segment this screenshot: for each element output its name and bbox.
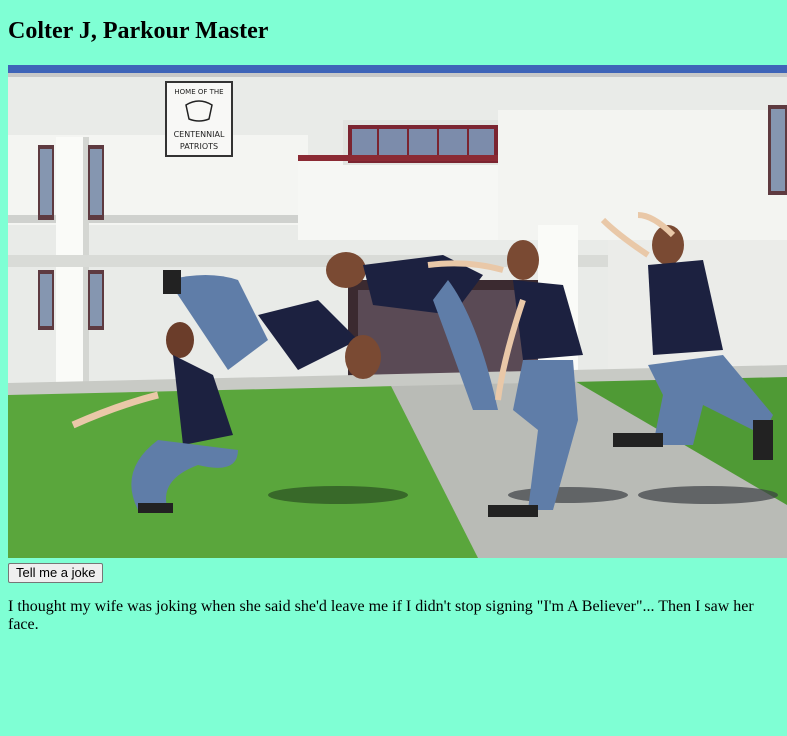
joke-text: I thought my wife was joking when she sa… — [8, 598, 754, 633]
sign-line-3: PATRIOTS — [180, 142, 218, 151]
parkour-photo: HOME OF THE CENTENNIAL PATRIOTS — [8, 65, 787, 558]
page-title: Colter J, Parkour Master — [8, 18, 269, 44]
tell-joke-button[interactable]: Tell me a joke — [8, 563, 104, 583]
sign-line-1: HOME OF THE — [174, 88, 223, 96]
sign-line-2: CENTENNIAL — [174, 130, 225, 139]
